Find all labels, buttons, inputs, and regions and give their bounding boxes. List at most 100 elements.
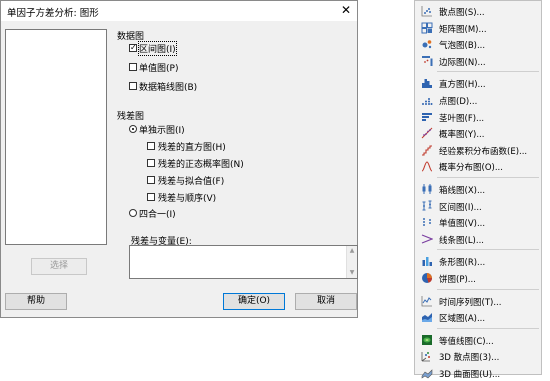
residual-histogram-label: 残差的直方图(H) <box>158 143 226 153</box>
matrix-icon <box>421 22 433 34</box>
scatter-3d-icon <box>421 352 430 362</box>
scatter-icon <box>421 6 432 17</box>
menu-item-interval[interactable]: 区间图(I)... <box>415 198 541 214</box>
four-in-one-label: 四合一(I) <box>139 210 176 220</box>
menu-item-label: 区间图(I)... <box>439 202 482 213</box>
four-in-one-radio[interactable] <box>129 209 137 217</box>
individual-plots-radio[interactable] <box>129 125 137 133</box>
time-series-icon <box>421 295 432 306</box>
close-icon[interactable]: ✕ <box>339 3 353 17</box>
menu-item-time-series[interactable]: 时间序列图(T)... <box>415 293 541 309</box>
residuals-vs-variables-input[interactable]: ▲ ▼ <box>129 245 358 279</box>
dotplot-icon <box>422 98 433 105</box>
menu-item-bubble[interactable]: 气泡图(B)... <box>415 36 541 52</box>
histogram-icon <box>422 79 432 89</box>
menu-item-boxplot[interactable]: 箱线图(X)... <box>415 181 541 197</box>
menu-item-label: 边际图(N)... <box>439 57 486 68</box>
menu-item-ecdf[interactable]: 经验累积分布函数(E)... <box>415 142 541 158</box>
menu-item-scatter[interactable]: 散点图(S)... <box>415 3 541 19</box>
graph-menu: 散点图(S)... 矩阵图(M)... 气泡图(B)... 边际图(N)... 直方图(… <box>414 0 542 380</box>
menu-separator <box>437 288 539 290</box>
boxplot-of-data-checkbox[interactable] <box>129 82 137 90</box>
menu-item-label: 箱线图(X)... <box>439 186 486 196</box>
menu-item-pie-chart[interactable]: 饼图(P)... <box>415 270 541 286</box>
bubble-icon <box>422 40 432 49</box>
dialog-title: 单因子方差分析: 图形 <box>7 8 99 19</box>
menu-item-label: 点图(D)... <box>439 97 478 107</box>
boxplot-of-data-label: 数据箱线图(B) <box>139 83 198 93</box>
individual-plots-label: 单独示图(I) <box>139 126 185 136</box>
stem-leaf-icon <box>422 112 432 121</box>
menu-item-label: 茎叶图(F)... <box>439 113 485 124</box>
ok-button[interactable]: 确定(O) <box>223 293 285 310</box>
menu-item-scatter-3d[interactable]: 3D 散点图(3)... <box>415 348 541 364</box>
menu-item-histogram[interactable]: 直方图(H)... <box>415 75 541 91</box>
individual-value-plot-checkbox[interactable] <box>129 63 137 71</box>
help-button[interactable]: 帮助 <box>5 293 67 310</box>
menu-item-label: 3D 曲面图(U)... <box>439 370 501 380</box>
residual-vs-fits-label: 残差与拟合值(F) <box>158 177 225 187</box>
menu-item-label: 概率分布图(O)... <box>439 163 503 174</box>
menu-item-label: 条形图(R)... <box>439 258 486 269</box>
menu-item-line-plot[interactable]: 线条图(L)... <box>415 231 541 247</box>
residual-vs-order-label: 残差与顺序(V) <box>158 194 217 204</box>
menu-item-label: 时间序列图(T)... <box>439 297 502 308</box>
residual-vs-order-checkbox[interactable] <box>147 193 155 201</box>
marginal-icon <box>422 55 433 66</box>
menu-item-bar-chart[interactable]: 条形图(R)... <box>415 253 541 269</box>
dialog-titlebar: 单因子方差分析: 图形 ✕ <box>1 1 357 21</box>
menu-item-label: 等值线图(C)... <box>439 336 494 347</box>
menu-item-label: 区域图(A)... <box>439 314 486 325</box>
menu-item-area-graph[interactable]: 区域图(A)... <box>415 309 541 325</box>
individual-value-plot-label: 单值图(P) <box>139 64 179 74</box>
menu-item-label: 饼图(P)... <box>439 275 476 285</box>
menu-item-label: 直方图(H)... <box>439 80 486 91</box>
variables-listbox[interactable] <box>5 29 107 245</box>
graphs-dialog: 单因子方差分析: 图形 ✕ 选择 数据图 ✓ 区间图(I) 单值图(P) 数据箱… <box>0 0 358 318</box>
residual-normal-plot-label: 残差的正态概率图(N) <box>158 160 244 170</box>
residual-plots-heading: 残差图 <box>117 112 145 122</box>
menu-item-surface-3d[interactable]: 3D 曲面图(U)... <box>415 365 541 381</box>
cancel-button[interactable]: 取消 <box>295 293 357 310</box>
menu-item-label: 经验累积分布函数(E)... <box>439 146 528 157</box>
menu-item-contour[interactable]: 等值线图(C)... <box>415 332 541 348</box>
interval-plot-checkbox[interactable]: ✓ <box>129 44 137 52</box>
scroll-up-icon[interactable]: ▲ <box>348 247 356 255</box>
contour-icon <box>422 334 432 345</box>
menu-separator <box>437 71 539 73</box>
menu-separator <box>437 249 539 251</box>
menu-item-probability[interactable]: 概率图(Y)... <box>415 125 541 141</box>
menu-item-individual-value[interactable]: 单值图(V)... <box>415 214 541 230</box>
menu-separator <box>437 327 539 329</box>
menu-item-label: 线条图(L)... <box>439 235 484 246</box>
menu-separator <box>437 177 539 178</box>
residual-normal-plot-checkbox[interactable] <box>147 159 155 167</box>
select-button[interactable]: 选择 <box>31 258 87 275</box>
distribution-icon <box>421 161 433 172</box>
scroll-down-icon[interactable]: ▼ <box>348 269 356 277</box>
line-plot-icon <box>421 234 433 244</box>
boxplot-icon <box>422 184 432 194</box>
menu-item-label: 概率图(Y)... <box>439 130 485 141</box>
surface-3d-icon <box>421 369 433 379</box>
menu-item-label: 散点图(S)... <box>439 8 485 18</box>
interval-plot-label: 区间图(I) <box>138 41 177 56</box>
residual-vs-fits-checkbox[interactable] <box>147 176 155 184</box>
textarea-scrollbar[interactable]: ▲ ▼ <box>346 246 357 278</box>
menu-item-label: 矩阵图(M)... <box>439 24 487 35</box>
individual-value-icon <box>423 218 431 227</box>
menu-item-marginal[interactable]: 边际图(N)... <box>415 53 541 69</box>
ecdf-icon <box>422 145 432 156</box>
residual-histogram-checkbox[interactable] <box>147 142 155 150</box>
menu-item-label: 气泡图(B)... <box>439 41 486 52</box>
menu-item-dotplot[interactable]: 点图(D)... <box>415 92 541 108</box>
data-plots-heading: 数据图 <box>117 32 145 42</box>
menu-item-matrix[interactable]: 矩阵图(M)... <box>415 20 541 36</box>
menu-item-label: 单值图(V)... <box>439 219 486 230</box>
menu-item-stem-leaf[interactable]: 茎叶图(F)... <box>415 109 541 125</box>
bar-chart-icon <box>422 257 432 267</box>
menu-item-label: 3D 散点图(3)... <box>439 353 500 364</box>
interval-icon <box>422 200 432 211</box>
menu-item-distribution[interactable]: 概率分布图(O)... <box>415 158 541 174</box>
area-graph-icon <box>422 313 432 323</box>
